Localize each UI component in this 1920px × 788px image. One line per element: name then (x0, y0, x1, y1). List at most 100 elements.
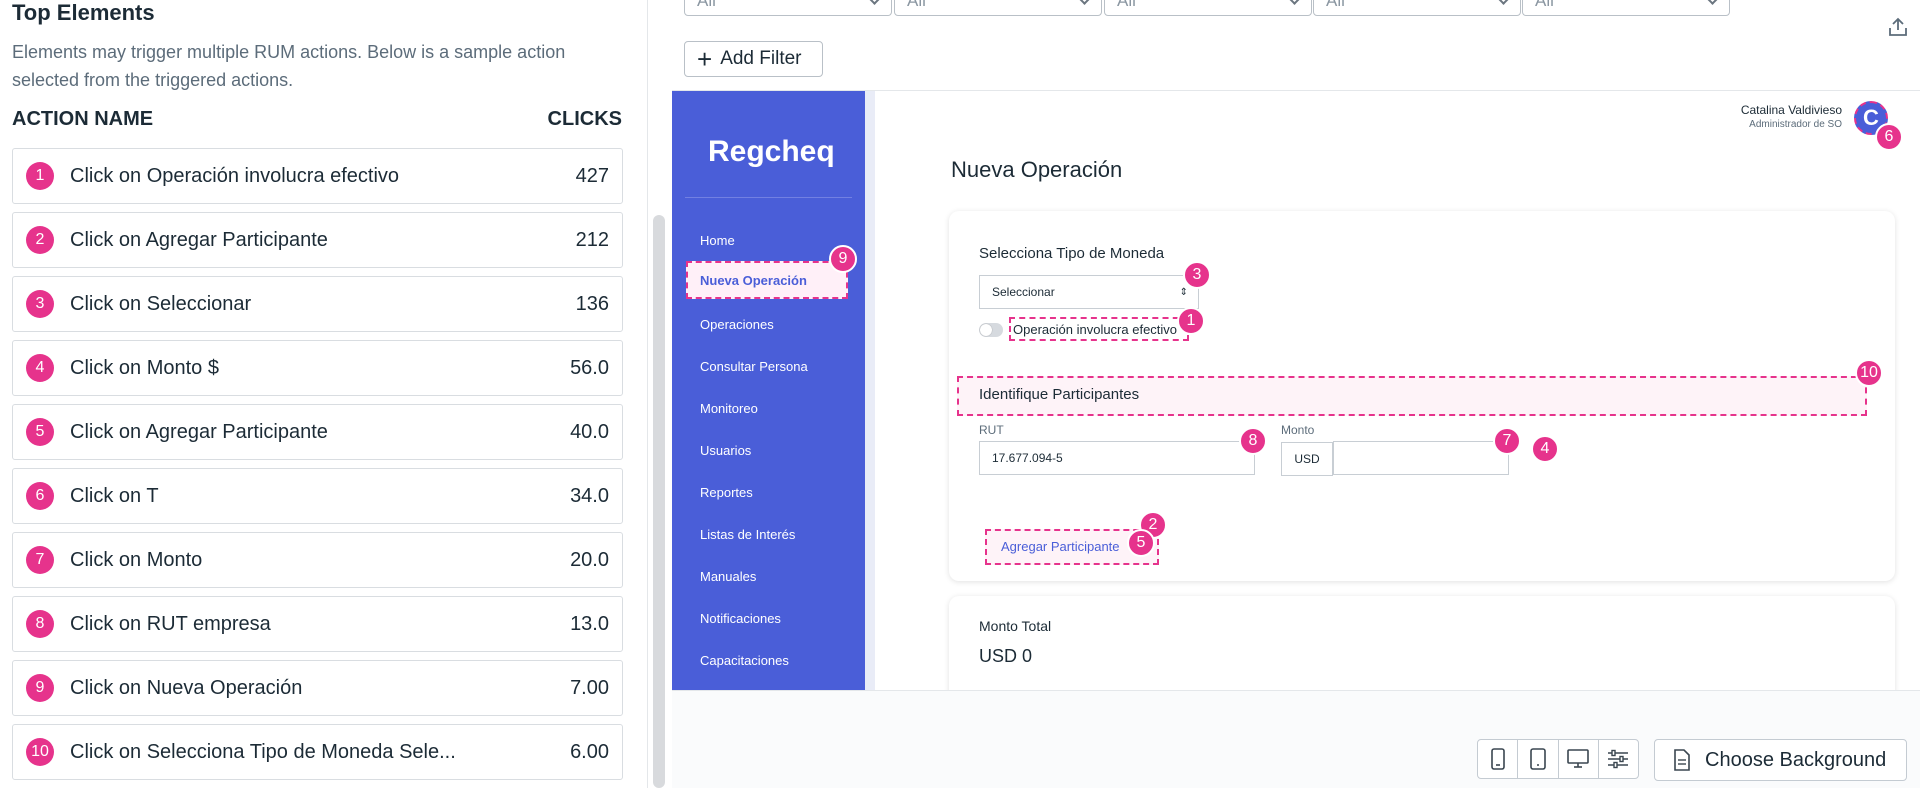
action-row[interactable]: 2 Click on Agregar Participante 212 (12, 212, 623, 268)
rank-badge: 2 (26, 226, 54, 254)
document-icon (1674, 749, 1690, 771)
chevron-down-icon (1497, 0, 1510, 5)
action-label: Click on Agregar Participante (70, 228, 328, 251)
heatmap-pin-5: 5 (1127, 529, 1155, 557)
share-icon[interactable] (1887, 16, 1909, 38)
chevron-down-icon (1288, 0, 1301, 5)
click-count: 40.0 (570, 420, 609, 443)
currency-tag: USD (1281, 442, 1333, 476)
action-label: Click on Monto $ (70, 356, 219, 379)
monto-input[interactable] (1333, 441, 1509, 475)
action-row[interactable]: 7 Click on Monto 20.0 (12, 532, 623, 588)
action-row[interactable]: 9 Click on Nueva Operación 7.00 (12, 660, 623, 716)
sidebar-item-nueva-operacion[interactable]: Nueva Operación (686, 261, 848, 299)
filter-value: All (1535, 0, 1554, 10)
heatmap-pin-4: 4 (1531, 435, 1559, 463)
sidebar-item-manuales[interactable]: Manuales (700, 569, 756, 584)
sidebar-item-monitoreo[interactable]: Monitoreo (700, 401, 758, 416)
rank-badge: 5 (26, 418, 54, 446)
plus-icon: + (697, 44, 713, 74)
page-title: Nueva Operación (951, 157, 1123, 182)
cash-toggle[interactable] (979, 323, 1003, 337)
cash-toggle-label[interactable]: Operación involucra efectivo (1013, 322, 1187, 337)
click-count: 13.0 (570, 612, 609, 635)
action-row[interactable]: 1 Click on Operación involucra efectivo … (12, 148, 623, 204)
add-filter-label: Add Filter (720, 48, 802, 69)
filter-select[interactable]: All (684, 0, 892, 16)
filter-value: All (697, 0, 716, 10)
filter-select[interactable]: All (1104, 0, 1312, 16)
rank-badge: 7 (26, 546, 54, 574)
heatmap-pin-10: 10 (1855, 359, 1883, 387)
chevron-down-icon (868, 0, 881, 5)
action-row[interactable]: 6 Click on T 34.0 (12, 468, 623, 524)
action-label: Click on T (70, 484, 159, 507)
app-sidebar: Regcheq Home Nueva Operación Operaciones… (672, 91, 875, 691)
tablet-icon[interactable] (1518, 740, 1559, 778)
heatmap-pin-6: 6 (1875, 123, 1903, 151)
app-logo: Regcheq (708, 135, 835, 169)
sidebar-item-operaciones[interactable]: Operaciones (700, 317, 774, 332)
sidebar-item-reportes[interactable]: Reportes (700, 485, 753, 500)
click-count: 20.0 (570, 548, 609, 571)
action-row[interactable]: 10 Click on Selecciona Tipo de Moneda Se… (12, 724, 623, 780)
heatmap-preview: Regcheq Home Nueva Operación Operaciones… (672, 90, 1920, 716)
rut-label: RUT (979, 423, 1004, 437)
action-row[interactable]: 4 Click on Monto $ 56.0 (12, 340, 623, 396)
column-header-action-name[interactable]: ACTION NAME (12, 108, 153, 131)
action-row[interactable]: 5 Click on Agregar Participante 40.0 (12, 404, 623, 460)
choose-background-button[interactable]: Choose Background (1654, 739, 1907, 781)
participants-title: Identifique Participantes (979, 386, 1140, 403)
sidebar-item-usuarios[interactable]: Usuarios (700, 443, 751, 458)
total-value: USD 0 (979, 646, 1033, 666)
column-header-clicks[interactable]: CLICKS (548, 108, 622, 131)
sidebar-item-capacitaciones[interactable]: Capacitaciones (700, 653, 789, 668)
heatmap-pin-7: 7 (1493, 427, 1521, 455)
preview-toolbar: Choose Background (672, 690, 1920, 788)
currency-label: Selecciona Tipo de Moneda (979, 245, 1165, 262)
choose-background-label: Choose Background (1705, 748, 1887, 771)
desktop-icon[interactable] (1559, 740, 1599, 778)
add-filter-button[interactable]: + Add Filter (684, 41, 823, 77)
sidebar-item-consultar-persona[interactable]: Consultar Persona (700, 359, 808, 374)
top-elements-panel: Top Elements Elements may trigger multip… (0, 0, 648, 788)
filter-select[interactable]: All (1522, 0, 1730, 16)
rut-input[interactable]: 17.677.094-5 (979, 441, 1255, 475)
filter-select[interactable]: All (894, 0, 1102, 16)
click-count: 427 (575, 164, 609, 187)
logo-text: Regcheq (708, 135, 835, 168)
action-label: Click on Agregar Participante (70, 420, 328, 443)
currency-select-value: Seleccionar (992, 285, 1055, 299)
rank-badge: 8 (26, 610, 54, 638)
click-count: 212 (575, 228, 609, 251)
sidebar-item-notificaciones[interactable]: Notificaciones (700, 611, 781, 626)
operation-form-card: Selecciona Tipo de Moneda Seleccionar ⇕ … (949, 211, 1895, 581)
filter-value: All (1117, 0, 1136, 10)
action-label: Click on Nueva Operación (70, 676, 303, 699)
mobile-icon[interactable] (1478, 740, 1519, 778)
action-row[interactable]: 3 Click on Seleccionar 136 (12, 276, 623, 332)
sidebar-divider (685, 197, 852, 198)
add-participant-button[interactable]: Agregar Participante (1001, 539, 1120, 554)
currency-select[interactable]: Seleccionar ⇕ (979, 275, 1199, 309)
click-count: 56.0 (570, 356, 609, 379)
app-main: Catalina Valdivieso Administrador de SO … (875, 91, 1920, 716)
action-label: Click on RUT empresa (70, 612, 271, 635)
rank-badge: 10 (26, 738, 54, 766)
heatmap-pin-3: 3 (1183, 261, 1211, 289)
panel-scrollbar[interactable] (653, 215, 665, 788)
panel-description: Elements may trigger multiple RUM action… (12, 42, 566, 90)
user-name: Catalina Valdivieso (1740, 103, 1842, 117)
action-row[interactable]: 8 Click on RUT empresa 13.0 (12, 596, 623, 652)
filter-select[interactable]: All (1313, 0, 1521, 16)
sidebar-item-home[interactable]: Home (700, 233, 735, 248)
sidebar-edge (865, 91, 875, 691)
sliders-icon[interactable] (1599, 740, 1638, 778)
sidebar-item-listas-de-interes[interactable]: Listas de Interés (700, 527, 795, 542)
select-arrows-icon: ⇕ (1179, 286, 1188, 298)
total-label: Monto Total (979, 618, 1052, 634)
user-info: Catalina Valdivieso Administrador de SO (1741, 103, 1842, 130)
rank-badge: 4 (26, 354, 54, 382)
action-label: Click on Monto (70, 548, 203, 571)
rank-badge: 3 (26, 290, 54, 318)
